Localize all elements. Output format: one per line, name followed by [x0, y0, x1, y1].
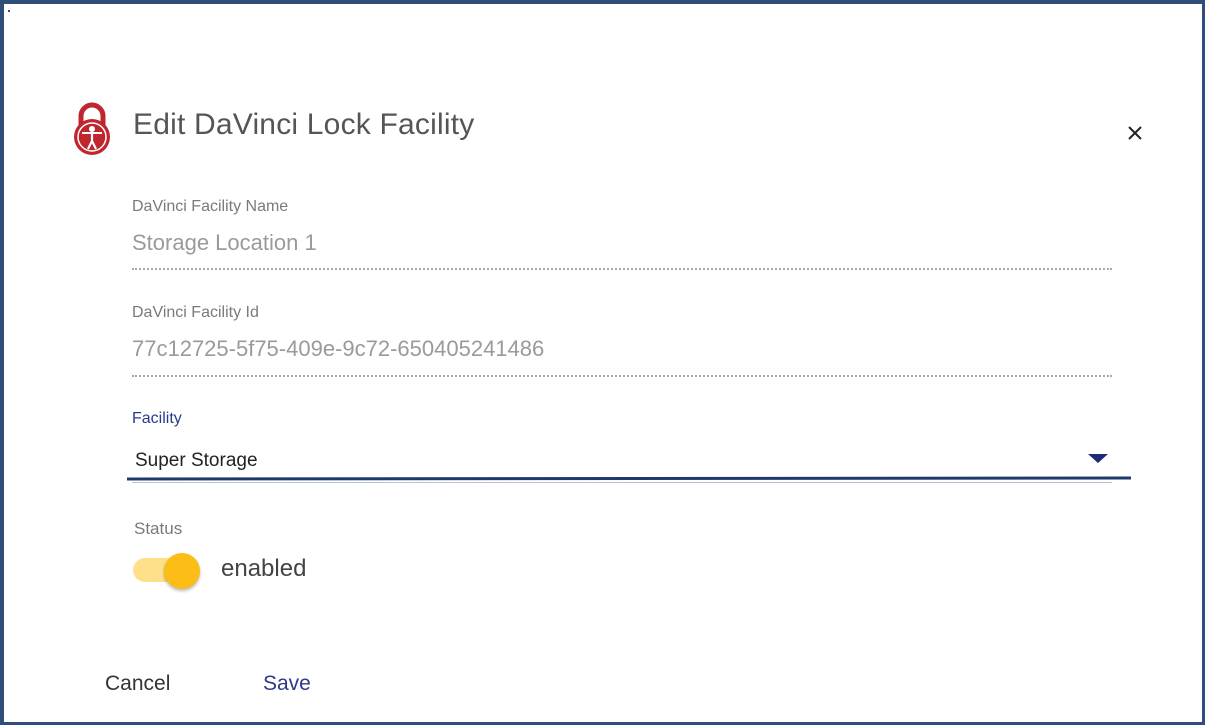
facility-selected-value: Super Storage	[135, 450, 258, 471]
facility-name-value: Storage Location 1	[132, 230, 317, 255]
facility-select[interactable]: Facility Super Storage	[132, 410, 1112, 478]
status-toggle[interactable]	[133, 553, 209, 589]
cancel-button[interactable]: Cancel	[105, 672, 170, 696]
facility-name-field[interactable]: DaVinci Facility Name Storage Location 1	[132, 198, 1112, 273]
facility-label: Facility	[132, 410, 182, 427]
lock-icon	[74, 102, 110, 155]
status-label: Status	[134, 519, 183, 538]
status-toggle-text: enabled	[221, 555, 307, 582]
close-icon	[1128, 126, 1142, 140]
facility-id-field[interactable]: DaVinci Facility Id 77c12725-5f75-409e-9…	[132, 304, 1112, 379]
corner-marker	[8, 10, 10, 12]
facility-id-label: DaVinci Facility Id	[132, 304, 259, 321]
dropdown-arrow-icon[interactable]	[1088, 454, 1108, 463]
save-button[interactable]: Save	[263, 672, 311, 696]
close-button[interactable]	[1120, 118, 1150, 148]
dialog-title: Edit DaVinci Lock Facility	[133, 108, 475, 141]
facility-select-underline	[132, 482, 1112, 483]
facility-name-label: DaVinci Facility Name	[132, 198, 289, 215]
facility-id-underline	[132, 375, 1112, 377]
facility-name-underline	[132, 268, 1112, 270]
toggle-thumb[interactable]	[164, 553, 200, 589]
facility-id-value: 77c12725-5f75-409e-9c72-650405241486	[132, 336, 545, 361]
